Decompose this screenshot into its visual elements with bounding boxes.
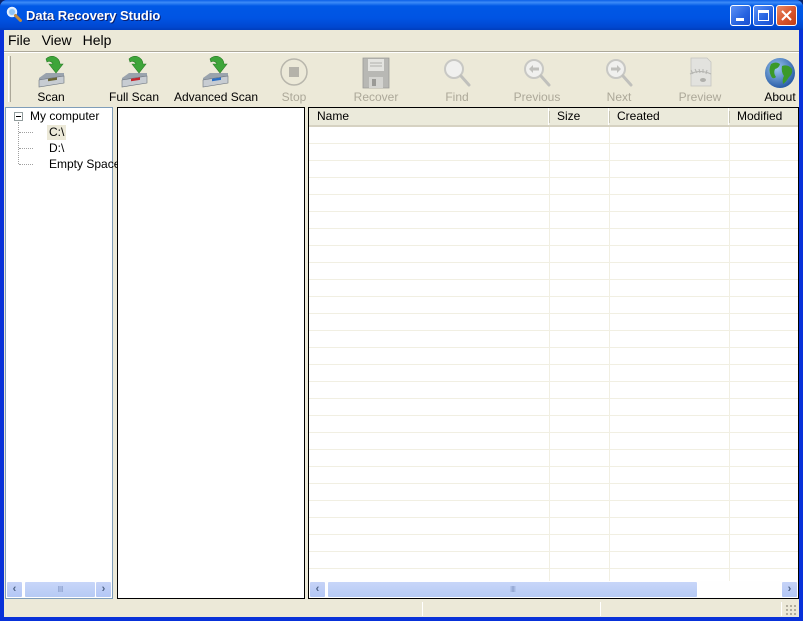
tree-item-d-drive[interactable]: D:\ (49, 141, 64, 156)
column-header-size[interactable]: Size (549, 108, 610, 125)
preview-label: Preview (678, 90, 722, 104)
menu-view[interactable]: View (38, 30, 79, 50)
next-magnifier-icon (606, 59, 633, 87)
previous-magnifier-icon (524, 59, 551, 87)
app-window: Data Recovery Studio File View Help Scan… (0, 0, 803, 621)
drive-tree[interactable]: My computer C:\ D:\ Empty Space ‹ IIII › (5, 107, 120, 599)
tree-line (19, 164, 33, 165)
status-separator (600, 602, 601, 616)
stop-icon (280, 58, 308, 86)
find-label: Find (445, 90, 469, 104)
scroll-right-button[interactable]: › (95, 581, 112, 598)
find-button[interactable]: Find (437, 55, 477, 105)
next-button[interactable]: Next (599, 55, 639, 105)
preview-button[interactable]: Preview (676, 55, 724, 105)
recover-button[interactable]: Recover (351, 55, 401, 105)
maximize-icon (758, 10, 769, 21)
status-separator (781, 602, 782, 616)
tree-item-c-drive[interactable]: C:\ (47, 125, 67, 140)
minimize-icon (736, 18, 744, 21)
toolbar-grip[interactable] (8, 56, 11, 102)
full-scan-drive-icon (121, 56, 148, 88)
magnifier-icon (444, 59, 471, 87)
column-header-created[interactable]: Created (609, 108, 730, 125)
column-header-modified[interactable]: Modified (729, 108, 798, 125)
minimize-button[interactable] (730, 5, 751, 26)
scan-drive-icon (38, 56, 65, 88)
advanced-scan-label: Advanced Scan (174, 90, 259, 104)
folder-pane[interactable] (117, 107, 305, 599)
menu-file[interactable]: File (4, 30, 38, 50)
column-divider (549, 127, 550, 581)
resize-grip[interactable] (785, 604, 797, 616)
advanced-scan-button[interactable]: Advanced Scan (174, 55, 259, 105)
about-button[interactable]: About (761, 55, 799, 105)
file-list[interactable]: Name Size Created Modified ‹ IIII › (308, 107, 799, 599)
maximize-button[interactable] (753, 5, 774, 26)
globe-icon (765, 58, 795, 88)
stop-label: Stop (281, 90, 307, 104)
client-area: File View Help Scan Full Scan Advanced S… (4, 30, 799, 617)
status-bar (4, 600, 799, 617)
scroll-left-button[interactable]: ‹ (6, 581, 23, 598)
stop-button[interactable]: Stop (274, 55, 314, 105)
scroll-left-button[interactable]: ‹ (309, 581, 326, 598)
previous-label: Previous (513, 90, 561, 104)
full-scan-label: Full Scan (108, 90, 160, 104)
tree-item-empty-space[interactable]: Empty Space (49, 157, 120, 172)
toolbar: Scan Full Scan Advanced Scan Stop Recove… (4, 51, 799, 105)
column-divider (729, 127, 730, 581)
tree-horizontal-scrollbar[interactable]: ‹ IIII › (6, 581, 112, 598)
menu-bar: File View Help (4, 30, 799, 50)
window-title: Data Recovery Studio (26, 8, 161, 23)
tree-line (19, 148, 33, 149)
scan-label: Scan (37, 90, 65, 104)
tree-line (19, 132, 33, 133)
tree-item-my-computer[interactable]: My computer (30, 109, 99, 124)
preview-icon (689, 57, 712, 87)
title-bar[interactable]: Data Recovery Studio (0, 0, 803, 30)
column-divider (609, 127, 610, 581)
menu-help[interactable]: Help (79, 30, 119, 50)
close-icon (781, 10, 792, 21)
about-label: About (764, 90, 796, 104)
collapse-icon[interactable] (14, 112, 23, 121)
list-horizontal-scrollbar[interactable]: ‹ IIII › (309, 581, 798, 598)
close-button[interactable] (776, 5, 797, 26)
list-header: Name Size Created Modified (309, 108, 798, 127)
full-scan-button[interactable]: Full Scan (107, 55, 161, 105)
magnifier-app-icon (6, 6, 22, 22)
status-separator (422, 602, 423, 616)
column-header-name[interactable]: Name (309, 108, 550, 125)
scroll-thumb[interactable]: IIII (327, 581, 698, 598)
next-label: Next (606, 90, 632, 104)
list-rows (309, 127, 798, 581)
floppy-disk-icon (362, 57, 390, 89)
scroll-right-button[interactable]: › (781, 581, 798, 598)
scan-button[interactable]: Scan (26, 55, 76, 105)
previous-button[interactable]: Previous (512, 55, 562, 105)
scroll-thumb[interactable]: IIII (24, 581, 96, 598)
recover-label: Recover (353, 90, 399, 104)
advanced-scan-drive-icon (202, 56, 229, 88)
tree-line (18, 122, 19, 164)
